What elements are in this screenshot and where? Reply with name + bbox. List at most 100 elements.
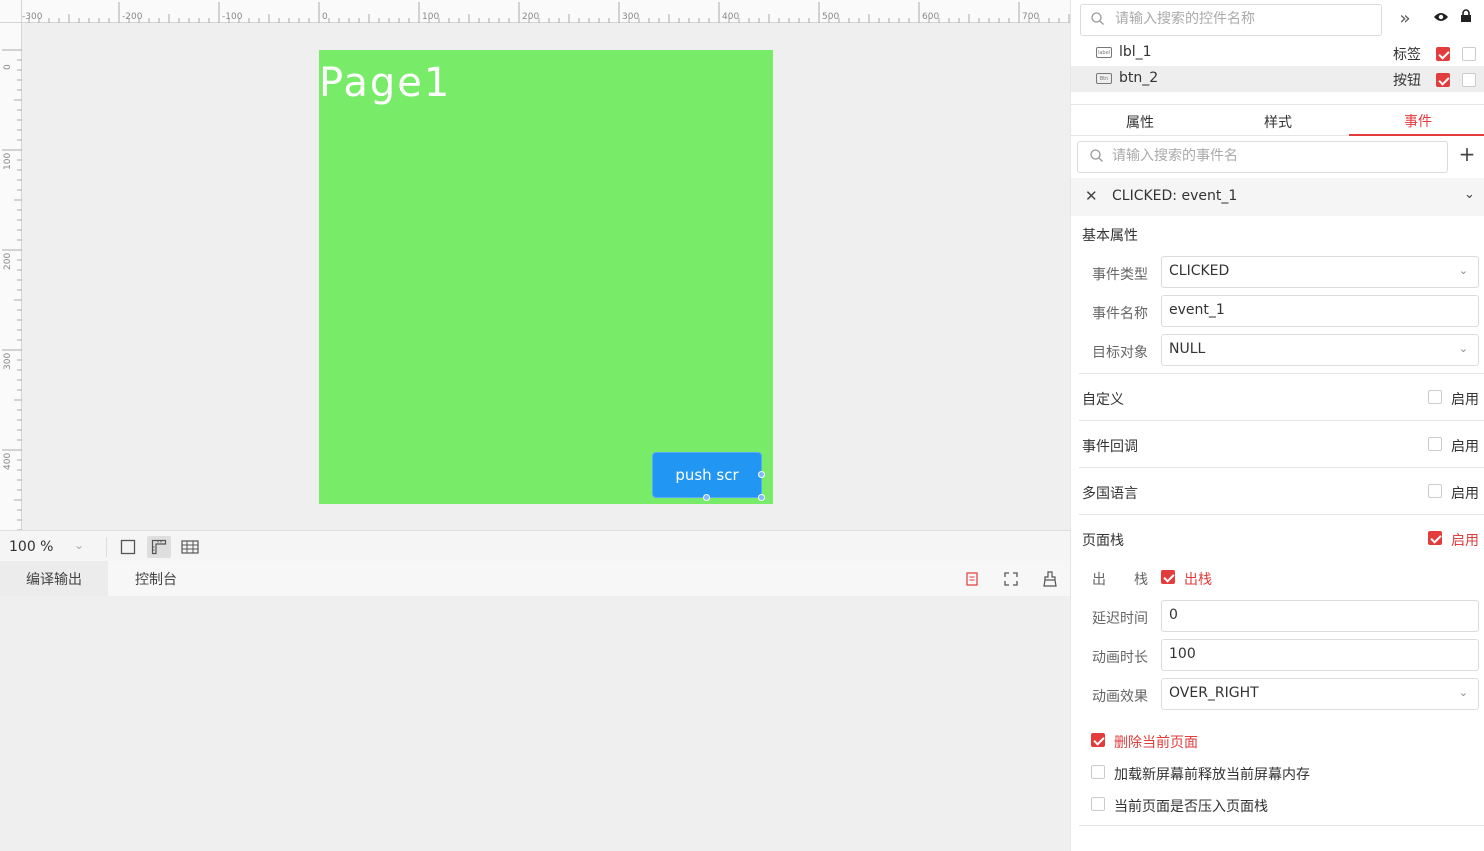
resize-handle-right[interactable] <box>758 471 765 478</box>
tab-styles[interactable]: 样式 <box>1209 108 1347 136</box>
tab-console[interactable]: 控制台 <box>108 561 204 596</box>
lock-icon[interactable] <box>1460 9 1472 27</box>
pop-stack-option: 出栈 <box>1184 572 1212 588</box>
ruler-tick-label: -300 <box>22 12 43 22</box>
section-i18n-title: 多国语言 <box>1082 486 1138 502</box>
horizontal-ruler: -300 -200 -100 0 100 200 300 400 500 600 700 <box>22 0 1070 23</box>
anim-duration-value: 100 <box>1169 646 1196 662</box>
chevron-down-icon[interactable]: ⌄ <box>1464 187 1475 202</box>
divider <box>106 537 107 557</box>
enable-label: 启用 <box>1451 533 1479 549</box>
chevron-down-icon: ⌄ <box>1458 264 1468 277</box>
push-stack-label: 当前页面是否压入页面栈 <box>1114 799 1268 815</box>
push-button-label: push scr <box>675 466 739 484</box>
close-icon[interactable]: ✕ <box>1085 187 1098 205</box>
lock-checkbox[interactable] <box>1462 73 1476 87</box>
section-custom-title: 自定义 <box>1082 392 1124 408</box>
chevron-down-icon: ⌄ <box>1458 342 1468 355</box>
i18n-enable-checkbox[interactable] <box>1428 484 1442 498</box>
inspector-panel: » label lbl_1 标签 Btn btn_2 按钮 属性 样式 事件 +… <box>1070 0 1484 851</box>
divider <box>1079 373 1484 374</box>
ruler-tick-label: 600 <box>922 12 940 22</box>
event-type-value: CLICKED <box>1169 263 1230 279</box>
search-icon <box>1090 149 1103 166</box>
vertical-ruler: 0 100 200 300 400 <box>0 23 22 530</box>
collapse-panel-icon[interactable]: » <box>1393 6 1417 30</box>
control-row-btn-2[interactable]: Btn btn_2 按钮 <box>1071 66 1484 92</box>
tab-compile-output[interactable]: 编译输出 <box>0 561 108 596</box>
ruler-tick-label: 200 <box>3 252 13 270</box>
screen-page1[interactable]: Page1 push scr <box>319 50 773 504</box>
eye-icon[interactable] <box>1433 11 1449 26</box>
ruler-tick-label: -200 <box>122 12 143 22</box>
tab-events[interactable]: 事件 <box>1349 108 1484 136</box>
divider <box>1079 420 1484 421</box>
label-widget-icon: label <box>1096 47 1112 58</box>
lock-checkbox[interactable] <box>1462 47 1476 61</box>
ruler-toggle-icon[interactable] <box>147 536 171 558</box>
frame-icon[interactable] <box>116 536 140 558</box>
ruler-corner <box>0 0 22 23</box>
tab-properties[interactable]: 属性 <box>1071 108 1209 136</box>
ruler-tick-label: 300 <box>3 352 13 370</box>
add-event-icon[interactable]: + <box>1457 142 1477 166</box>
fullscreen-icon[interactable] <box>1001 569 1021 589</box>
free-memory-checkbox[interactable] <box>1091 765 1105 779</box>
button-widget-icon: Btn <box>1096 73 1112 84</box>
page-title-label[interactable]: Page1 <box>319 60 451 106</box>
free-memory-label: 加载新屏幕前释放当前屏幕内存 <box>1114 767 1310 783</box>
resize-handle-bottom[interactable] <box>703 494 710 501</box>
divider <box>1079 825 1484 826</box>
inspector-tabs: 属性 样式 事件 <box>1071 108 1484 136</box>
pop-stack-checkbox[interactable] <box>1161 570 1175 584</box>
search-icon <box>1091 12 1104 29</box>
divider <box>1079 467 1484 468</box>
basic-properties-title: 基本属性 <box>1082 228 1138 244</box>
ruler-tick-label: -100 <box>222 12 243 22</box>
event-search-input[interactable] <box>1112 148 1362 164</box>
visible-checkbox[interactable] <box>1436 73 1450 87</box>
event-name-input[interactable]: event_1 <box>1161 295 1479 327</box>
zoom-toolbar: 100 % ⌄ <box>0 530 1070 561</box>
callback-enable-checkbox[interactable] <box>1428 437 1442 451</box>
push-stack-checkbox[interactable] <box>1091 797 1105 811</box>
chevron-down-icon[interactable]: ⌄ <box>74 538 84 552</box>
anim-duration-input[interactable]: 100 <box>1161 639 1479 671</box>
event-header[interactable]: ✕ CLICKED: event_1 ⌄ <box>1071 178 1484 216</box>
ruler-tick-label: 100 <box>422 12 440 22</box>
enable-label: 启用 <box>1451 486 1479 502</box>
chevron-down-icon: ⌄ <box>1458 686 1468 699</box>
push-screen-button[interactable]: push scr <box>652 452 762 498</box>
clear-log-icon[interactable] <box>962 569 982 589</box>
design-canvas[interactable]: Page1 push scr <box>22 23 1070 530</box>
page-stack-enable-checkbox[interactable] <box>1428 531 1442 545</box>
divider <box>1079 514 1484 515</box>
delay-input[interactable]: 0 <box>1161 600 1479 632</box>
visible-checkbox[interactable] <box>1436 47 1450 61</box>
ruler-tick-label: 0 <box>3 64 13 70</box>
anim-effect-select[interactable]: OVER_RIGHT ⌄ <box>1161 678 1479 710</box>
enable-label: 启用 <box>1451 392 1479 408</box>
output-tabs: 编译输出 控制台 <box>0 561 1070 596</box>
resize-handle-corner[interactable] <box>758 494 765 501</box>
event-search-box[interactable] <box>1077 141 1448 173</box>
control-search-box[interactable] <box>1080 4 1382 36</box>
ruler-tick-label: 400 <box>722 12 740 22</box>
target-object-label: 目标对象 <box>1092 345 1148 361</box>
control-name: lbl_1 <box>1119 44 1152 60</box>
target-object-select[interactable]: NULL ⌄ <box>1161 334 1479 366</box>
custom-enable-checkbox[interactable] <box>1428 390 1442 404</box>
delete-page-checkbox[interactable] <box>1091 733 1105 747</box>
grid-icon[interactable] <box>178 536 202 558</box>
event-type-select[interactable]: CLICKED ⌄ <box>1161 256 1479 288</box>
design-pane: -300 -200 -100 0 100 200 300 400 500 600 700 0 100 2… <box>0 0 1070 851</box>
event-name-value: event_1 <box>1169 302 1225 318</box>
delay-label: 延迟时间 <box>1092 611 1148 627</box>
zoom-level[interactable]: 100 % <box>9 539 53 555</box>
event-name-label: 事件名称 <box>1092 306 1148 322</box>
clean-brush-icon[interactable] <box>1040 569 1060 589</box>
target-object-value: NULL <box>1169 341 1206 357</box>
control-search-input[interactable] <box>1115 11 1365 27</box>
control-row-lbl-1[interactable]: label lbl_1 标签 <box>1071 40 1484 66</box>
ruler-tick-label: 500 <box>822 12 840 22</box>
